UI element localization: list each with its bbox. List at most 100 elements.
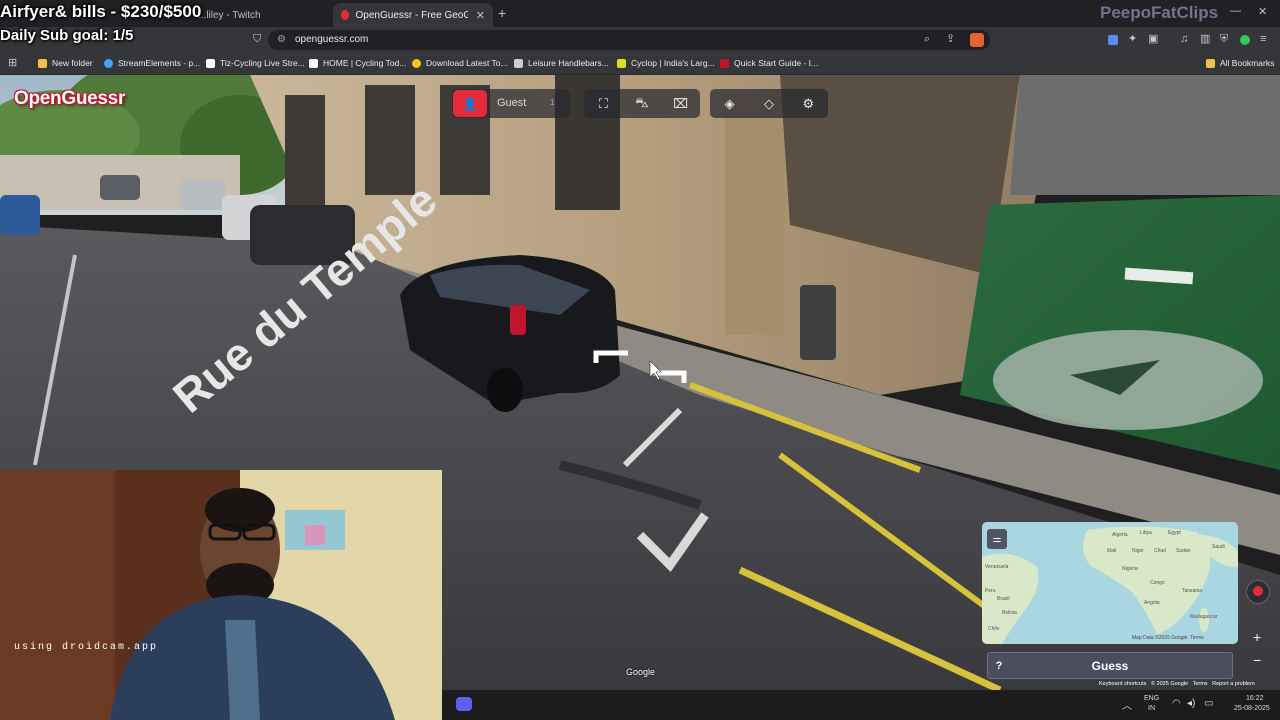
settings-toolbar: ◈ ◇ ⚙ [710, 89, 828, 118]
bookmark-label: All Bookmarks [1220, 58, 1275, 68]
bookmark-item[interactable]: HOME | Cycling Tod... [309, 58, 406, 68]
bookmark-label: HOME | Cycling Tod... [323, 58, 407, 68]
player-count: 1 [550, 98, 555, 107]
site-icon [514, 58, 523, 68]
omnibox[interactable]: ⚙ openguessr.com ⌕ ⇪ [268, 30, 990, 50]
language-top[interactable]: ENG [1144, 695, 1159, 702]
language-bottom[interactable]: IN [1148, 705, 1155, 712]
compass-icon [1253, 586, 1263, 596]
bookmark-item[interactable]: New folder [38, 58, 93, 68]
bookmark-label: New folder [52, 58, 93, 68]
zoom-icon[interactable]: ⌕ [924, 34, 930, 45]
cross-icon: ⌧ [673, 95, 689, 111]
all-bookmarks[interactable]: All Bookmarks [1206, 58, 1274, 68]
bookmark-item[interactable]: Download Latest To... [412, 58, 508, 68]
media-icon[interactable]: ♫ [1180, 34, 1188, 45]
webcam-image [0, 470, 442, 720]
new-tab-button[interactable]: + [498, 5, 506, 21]
terms-link[interactable]: Terms [1193, 681, 1208, 687]
car-icon: ⛍ [635, 94, 649, 110]
clock-date[interactable]: 25-08-2025 [1234, 705, 1270, 712]
player-name: Guest [497, 97, 527, 109]
map-label: Madagascar [1190, 614, 1218, 620]
compass-button[interactable] [1246, 580, 1270, 604]
site-info-icon[interactable]: ⚙ [277, 34, 286, 45]
map-label: Algeria [1112, 532, 1128, 538]
minimize-icon[interactable]: — [1230, 5, 1241, 17]
brave-shield-icon[interactable] [970, 33, 984, 47]
close-tab-icon[interactable]: ✕ [476, 9, 485, 22]
bookmark-item[interactable]: StreamElements - p... [104, 58, 200, 68]
world-map: Algeria Libya Egypt Saudi Mali Niger Cha… [982, 522, 1238, 644]
layers-icon: ◈ [724, 95, 735, 111]
bookmark-item[interactable]: Leisure Handlebars... [514, 58, 609, 68]
volume-icon[interactable]: ◂) [1187, 698, 1195, 709]
party-button[interactable]: 👤 [453, 90, 487, 117]
bookmark-item[interactable]: Tiz-Cycling Live Stre... [206, 58, 305, 68]
shield-icon[interactable]: ⛨ [1220, 34, 1228, 45]
extension-icon[interactable] [1108, 35, 1118, 45]
no-move-button[interactable]: ⌧ [666, 91, 696, 116]
streamelements-icon [104, 58, 113, 68]
clock-time[interactable]: 16:22 [1246, 695, 1264, 702]
bookmark-label: Leisure Handlebars... [528, 58, 609, 68]
puzzle-icon[interactable]: ✦ [1128, 34, 1137, 45]
wifi-icon[interactable]: ◠ [1172, 698, 1181, 709]
map-label: Tanzania [1182, 588, 1202, 594]
share-icon[interactable]: ⇪ [946, 34, 955, 45]
map-label: Chile [988, 626, 1000, 632]
map-label: Brazil [997, 596, 1010, 602]
bookmark-label: Quick Start Guide - I... [734, 58, 819, 68]
map-label: Egypt [1168, 530, 1181, 536]
layers-button[interactable]: ◈ [715, 91, 745, 116]
map-label: Nigeria [1122, 566, 1138, 572]
report-problem-link[interactable]: Report a problem [1212, 681, 1255, 687]
zoom-out-icon[interactable]: − [1253, 652, 1261, 668]
donation-goal-text: Airfyer& bills - $230/$500 [0, 2, 202, 21]
map-label: Bolivia [1002, 610, 1017, 616]
pin-icon: ⛶ [598, 95, 608, 111]
site-icon [720, 58, 729, 68]
map-terms-link[interactable]: Terms [1190, 635, 1204, 641]
openguessr-favicon-icon [341, 10, 349, 20]
map-options-button[interactable]: ⚌ [987, 529, 1007, 549]
map-label: Congo [1150, 580, 1165, 586]
webcam-feed: using droidcam.app [0, 470, 442, 720]
bookmark-icon[interactable]: ⛉ [253, 34, 261, 45]
guess-button[interactable]: Guess [987, 652, 1233, 679]
close-window-icon[interactable]: ✕ [1258, 5, 1267, 18]
url-text: openguessr.com [295, 34, 369, 45]
tab-openguessr[interactable]: OpenGuessr - Free GeoGuessr A ✕ [333, 3, 493, 27]
sliders-icon: ⚌ [992, 533, 1002, 545]
map-label: Niger [1132, 548, 1144, 554]
folder-icon [38, 58, 47, 68]
zoom-in-icon[interactable]: + [1253, 629, 1261, 645]
bookmark-label: Tiz-Cycling Live Stre... [220, 58, 305, 68]
apps-grid-icon[interactable]: ⊞ [8, 58, 17, 69]
vpn-icon[interactable] [1240, 35, 1250, 45]
tab-label: ...liley - Twitch [198, 9, 261, 21]
bookmark-item[interactable]: Quick Start Guide - I... [720, 58, 818, 68]
keyboard-shortcuts-link[interactable]: Keyboard shortcuts [1099, 681, 1146, 687]
battery-icon[interactable]: ▭ [1204, 698, 1213, 709]
user-icon: 👤 [462, 96, 478, 111]
tray-chevron-icon[interactable]: ︿ [1122, 697, 1132, 712]
discord-icon[interactable] [456, 697, 472, 711]
map-label: Chad [1154, 548, 1166, 554]
settings-button[interactable]: ⚙ [793, 91, 823, 116]
bookmark-label: Download Latest To... [426, 58, 508, 68]
gear-icon: ⚙ [802, 95, 815, 111]
window-icon[interactable]: ▣ [1148, 34, 1158, 45]
map-label: Libya [1140, 530, 1152, 536]
map-label: Peru [985, 588, 996, 594]
copyright-text: © 2025 Google [1150, 681, 1189, 687]
vehicle-button[interactable]: ⛍ [627, 91, 657, 116]
site-icon [309, 58, 318, 68]
layer-toggle-button[interactable]: ◇ [754, 91, 784, 116]
help-button[interactable]: ? [989, 656, 1009, 676]
sidebar-icon[interactable]: ▥ [1200, 34, 1210, 45]
menu-icon[interactable]: ≡ [1260, 34, 1266, 45]
map-mode-button[interactable]: ⛶ [588, 91, 618, 116]
bookmark-item[interactable]: Cyclop | India's Larg... [617, 58, 715, 68]
guess-minimap[interactable]: Algeria Libya Egypt Saudi Mali Niger Cha… [982, 522, 1238, 644]
